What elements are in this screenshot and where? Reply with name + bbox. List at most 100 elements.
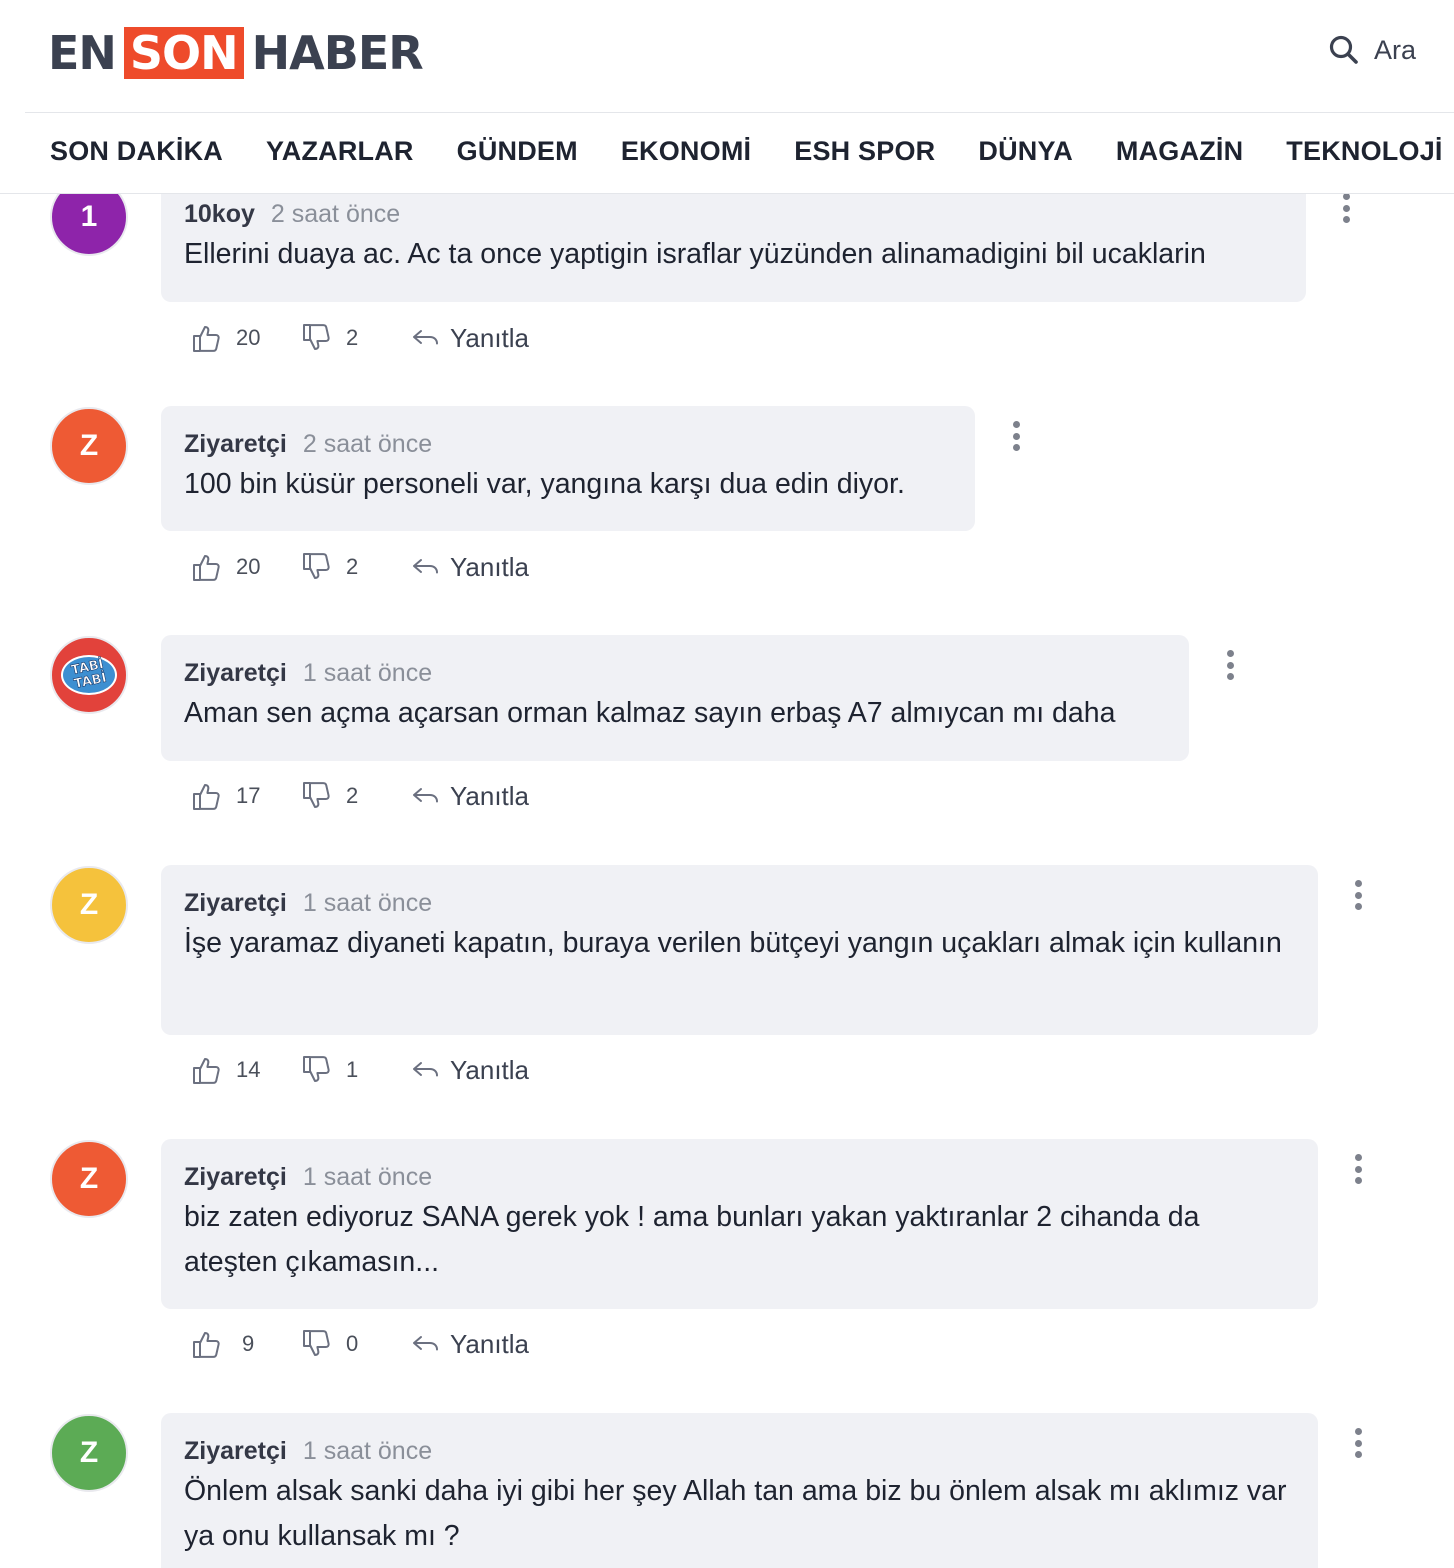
- like-button[interactable]: 17: [190, 780, 300, 812]
- reply-button[interactable]: Yanıtla: [410, 1054, 529, 1086]
- comment-actions: 17 2 Yanıtla: [190, 780, 529, 812]
- reply-button[interactable]: Yanıtla: [410, 780, 529, 812]
- dislike-button[interactable]: 0: [300, 1328, 410, 1360]
- comment-bubble: Ziyaretçi 1 saat önce İşe yaramaz diyane…: [161, 865, 1318, 1035]
- nav-son-dakika[interactable]: SON DAKİKA: [50, 136, 223, 167]
- comment-time: 1 saat önce: [302, 1163, 433, 1191]
- search-label: Ara: [1373, 34, 1416, 65]
- dislike-button[interactable]: 2: [300, 780, 410, 812]
- like-count: 20: [236, 554, 261, 579]
- reply-icon: [413, 559, 438, 574]
- comment-author[interactable]: Ziyaretçi: [184, 1437, 287, 1466]
- like-button[interactable]: 9: [190, 1328, 300, 1360]
- avatar: Z: [50, 866, 128, 944]
- avatar-initial: Z: [79, 429, 99, 462]
- logo-haber: HABER: [251, 26, 424, 80]
- reply-label: Yanıtla: [450, 1328, 530, 1359]
- comment-author[interactable]: Ziyaretçi: [184, 1163, 287, 1192]
- nav-magazin[interactable]: MAGAZİN: [1116, 136, 1243, 167]
- comment-actions: 9 0 Yanıtla: [190, 1328, 529, 1360]
- like-count: 9: [242, 1331, 255, 1356]
- comment-actions: 20 2 Yanıtla: [190, 322, 529, 354]
- thumbs-down-icon: [303, 1330, 330, 1356]
- like-button[interactable]: 20: [190, 551, 300, 583]
- dislike-count: 0: [346, 1331, 359, 1356]
- more-options-icon[interactable]: [1006, 418, 1026, 454]
- comment-author[interactable]: Ziyaretçi: [184, 430, 287, 459]
- thumbs-down-icon: [303, 553, 330, 579]
- avatar-initial: Z: [79, 1162, 99, 1195]
- thumbs-down-icon: [303, 782, 330, 808]
- comment-author[interactable]: Ziyaretçi: [184, 659, 287, 688]
- avatar-initial: Z: [79, 888, 99, 921]
- more-options-icon[interactable]: [1348, 877, 1368, 913]
- comment-actions: 14 1 Yanıtla: [190, 1054, 529, 1086]
- dislike-count: 2: [346, 783, 359, 808]
- comment-time: 1 saat önce: [302, 1437, 433, 1465]
- reply-icon: [413, 788, 438, 803]
- thumbs-up-icon: [193, 784, 220, 810]
- comment-actions: 20 2 Yanıtla: [190, 551, 529, 583]
- nav-dunya[interactable]: DÜNYA: [978, 136, 1073, 167]
- like-count: 14: [236, 1057, 261, 1082]
- more-options-icon[interactable]: [1220, 647, 1240, 683]
- dislike-count: 2: [346, 325, 359, 350]
- more-options-icon[interactable]: [1348, 1425, 1368, 1461]
- site-logo[interactable]: EN SON HABER: [48, 26, 424, 80]
- comment-text: biz zaten ediyoruz SANA gerek yok ! ama …: [184, 1201, 1200, 1278]
- thumbs-up-icon: [193, 555, 220, 581]
- search-button[interactable]: Ara: [1328, 34, 1416, 66]
- avatar-initial: Z: [79, 1436, 99, 1469]
- comment-bubble: Ziyaretçi 2 saat önce 100 bin küsür pers…: [161, 406, 975, 531]
- main-nav: SON DAKİKA YAZARLAR GÜNDEM EKONOMİ ESH S…: [50, 136, 1443, 167]
- like-button[interactable]: 14: [190, 1054, 300, 1086]
- comment-time: 2 saat önce: [270, 200, 401, 228]
- avatar: TABİ TABİ: [50, 636, 128, 714]
- reply-label: Yanıtla: [450, 780, 530, 811]
- avatar-initial: 1: [80, 200, 98, 233]
- thumbs-down-icon: [303, 1056, 330, 1082]
- site-header: EN SON HABER Ara SON DAKİKA YAZARLAR GÜN…: [0, 0, 1454, 194]
- like-button[interactable]: 20: [190, 322, 300, 354]
- dislike-button[interactable]: 2: [300, 551, 410, 583]
- more-options-icon[interactable]: [1336, 190, 1356, 226]
- nav-teknoloji[interactable]: TEKNOLOJİ: [1286, 136, 1442, 167]
- comment-time: 1 saat önce: [302, 659, 433, 687]
- comment-author[interactable]: Ziyaretçi: [184, 889, 287, 918]
- dislike-button[interactable]: 1: [300, 1054, 410, 1086]
- nav-gundem[interactable]: GÜNDEM: [457, 136, 578, 167]
- comment-author[interactable]: 10koy: [184, 200, 255, 229]
- reply-icon: [413, 330, 438, 345]
- reply-button[interactable]: Yanıtla: [410, 322, 529, 354]
- reply-label: Yanıtla: [450, 1054, 530, 1085]
- dislike-button[interactable]: 2: [300, 322, 410, 354]
- reply-button[interactable]: Yanıtla: [410, 551, 529, 583]
- nav-esh-spor[interactable]: ESH SPOR: [794, 136, 935, 167]
- like-count: 17: [236, 783, 261, 808]
- comment-bubble: Ziyaretçi 1 saat önce biz zaten ediyoruz…: [161, 1139, 1318, 1309]
- reply-button[interactable]: Yanıtla: [410, 1328, 529, 1360]
- like-count: 20: [236, 325, 261, 350]
- comment-time: 2 saat önce: [302, 430, 433, 458]
- nav-ekonomi[interactable]: EKONOMİ: [621, 136, 751, 167]
- thumbs-up-icon: [193, 326, 220, 352]
- thumbs-down-icon: [303, 324, 330, 350]
- logo-son: SON: [123, 27, 244, 79]
- avatar: Z: [50, 1140, 128, 1218]
- reply-label: Yanıtla: [450, 551, 530, 582]
- comment-bubble: Ziyaretçi 1 saat önce Önlem alsak sanki …: [161, 1413, 1318, 1568]
- comment-text: Aman sen açma açarsan orman kalmaz sayın…: [184, 697, 1116, 729]
- comment-text: Önlem alsak sanki daha iyi gibi her şey …: [184, 1475, 1287, 1552]
- reply-label: Yanıtla: [450, 322, 530, 353]
- comment-text: 100 bin küsür personeli var, yangına kar…: [184, 468, 905, 500]
- thumbs-up-icon: [193, 1332, 220, 1358]
- tabi-tabi-logo: TABİ TABİ: [61, 655, 117, 695]
- logo-en: EN: [48, 26, 117, 80]
- search-icon: [1329, 35, 1358, 64]
- thumbs-up-icon: [193, 1058, 220, 1084]
- nav-yazarlar[interactable]: YAZARLAR: [266, 136, 414, 167]
- tabi-tabi-logo-text: TABİ TABİ: [69, 656, 109, 693]
- dislike-count: 1: [346, 1057, 359, 1082]
- reply-icon: [413, 1336, 438, 1351]
- more-options-icon[interactable]: [1348, 1151, 1368, 1187]
